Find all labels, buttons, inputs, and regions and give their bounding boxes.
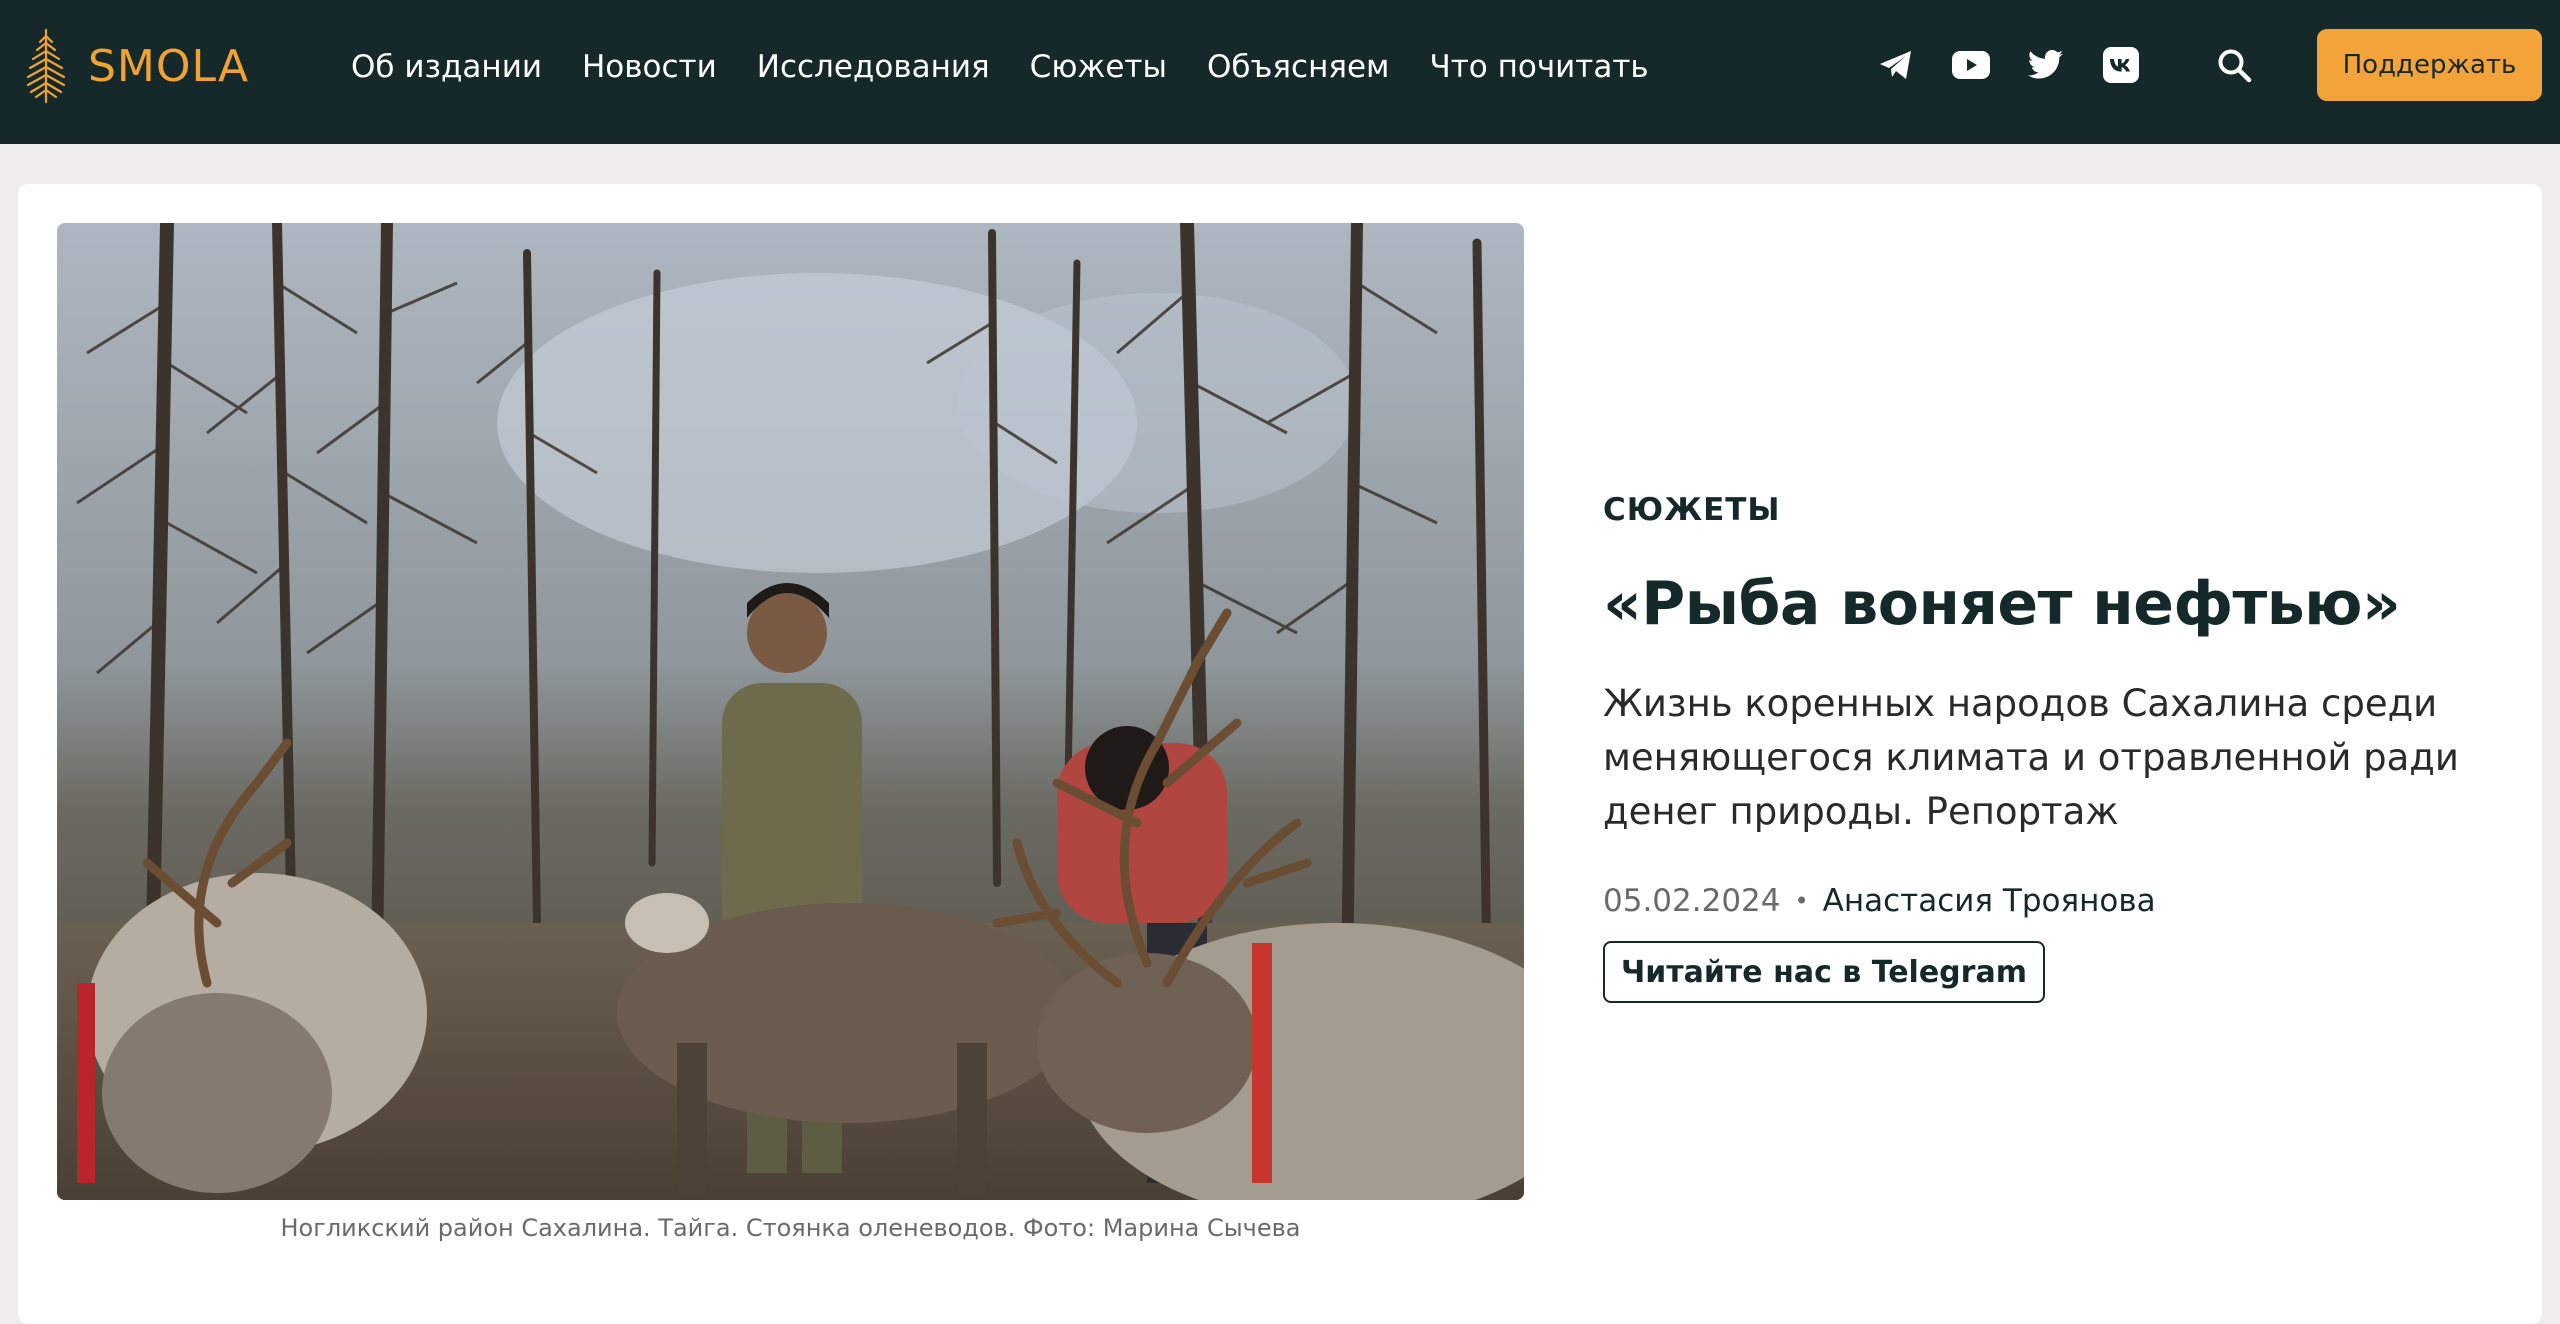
nav-item-about[interactable]: Об издании — [351, 49, 542, 85]
nav-item-reading[interactable]: Что почитать — [1429, 49, 1648, 85]
article-meta: 05.02.2024 • Анастасия Троянова — [1603, 883, 2483, 919]
telegram-icon[interactable] — [1876, 45, 1916, 85]
meta-separator: • — [1794, 887, 1809, 915]
twitter-icon[interactable] — [2026, 45, 2066, 85]
telegram-cta-button[interactable]: Читайте нас в Telegram — [1603, 941, 2045, 1003]
article-info: СЮЖЕТЫ «Рыба воняет нефтью» Жизнь коренн… — [1603, 492, 2483, 1003]
nav-item-explain[interactable]: Объясняем — [1207, 49, 1390, 85]
main-nav: Об издании Новости Исследования Сюжеты О… — [351, 42, 1689, 92]
featured-article-card[interactable]: Ногликский район Сахалина. Тайга. Стоянк… — [18, 184, 2542, 1324]
site-logo[interactable]: SMOLA — [18, 26, 249, 106]
vk-icon[interactable] — [2101, 45, 2141, 85]
author-link[interactable]: Анастасия Троянова — [1823, 883, 2156, 919]
nav-item-research[interactable]: Исследования — [757, 49, 990, 85]
nav-item-news[interactable]: Новости — [582, 49, 717, 85]
photo-caption: Ногликский район Сахалина. Тайга. Стоянк… — [280, 1214, 1301, 1242]
article-title[interactable]: «Рыба воняет нефтью» — [1603, 570, 2483, 639]
site-header: SMOLA Об издании Новости Исследования Сю… — [0, 0, 2560, 144]
nav-item-stories[interactable]: Сюжеты — [1030, 49, 1167, 85]
logo-text: SMOLA — [88, 40, 250, 92]
article-lead: Жизнь коренных народов Сахалина среди ме… — [1603, 682, 2459, 833]
search-icon[interactable] — [2214, 45, 2254, 85]
article-photo[interactable] — [57, 223, 1524, 1200]
rubric-link[interactable]: СЮЖЕТЫ — [1603, 492, 1781, 528]
youtube-icon[interactable] — [1951, 45, 1991, 85]
pine-cone-logo-icon — [26, 28, 66, 104]
publish-date: 05.02.2024 — [1603, 883, 1781, 919]
reindeer-herders-photo — [57, 223, 1524, 1200]
support-button[interactable]: Поддержать — [2317, 29, 2542, 101]
social-links — [1876, 45, 2176, 85]
